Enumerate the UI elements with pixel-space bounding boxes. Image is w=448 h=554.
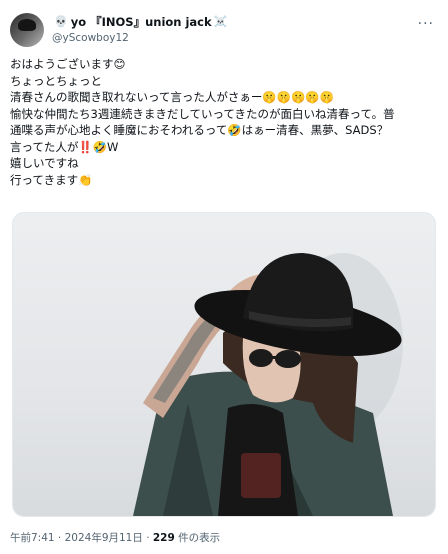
tweet-text: おはようございます😊 ちょっとちょっと 清春さんの歌聞き取れないって言った人がさ… [10,56,438,188]
views-label: 件の表示 [174,532,221,544]
tweet-meta: 午前7:41 · 2024年9月11日 · 229 件の表示 [10,530,220,545]
skull-crossbones-icon: ☠️ [213,15,228,28]
tweet-line: 言ってた人が‼️🤣W [10,139,119,154]
view-count: 229 [152,532,175,544]
user-handle[interactable]: @yScowboy12 [52,30,230,46]
author-names: 💀 yo 『INOS』union jack ☠️ @yScowboy12 [52,14,230,46]
avatar[interactable] [10,13,44,47]
tweet-line: ちょっとちょっと [10,73,102,88]
timestamp[interactable]: 午前7:41 · 2024年9月11日 · [10,532,153,544]
tweet-line: 清春さんの歌聞き取れないって言った人がさぁー🤫🤫🤫🤫🤫 [10,90,335,104]
tweet-line: 愉快な仲間たち3週連続きまきだしていってきたのが面白いね清春って。普 [10,106,395,121]
skull-icon: 💀 [54,15,68,28]
tweet-line: 通喋る声が心地よく睡魔におそわれるって🤣はぁー清春、黒夢、SADS？ [10,123,389,137]
tweet-line: 嬉しいですね [10,156,79,170]
attached-photo[interactable] [12,212,436,517]
tweet-line: 行ってきます👏 [10,172,93,187]
tweet-header: 💀 yo 『INOS』union jack ☠️ @yScowboy12 [10,12,230,48]
photo-illustration [133,253,403,516]
display-name-text: yo 『INOS』union jack [70,15,212,29]
more-options-icon[interactable]: ··· [418,16,434,32]
tweet-card: 💀 yo 『INOS』union jack ☠️ @yScowboy12 ···… [0,0,448,554]
tweet-line: おはようございます😊 [10,57,126,71]
display-name[interactable]: 💀 yo 『INOS』union jack ☠️ [52,14,230,30]
